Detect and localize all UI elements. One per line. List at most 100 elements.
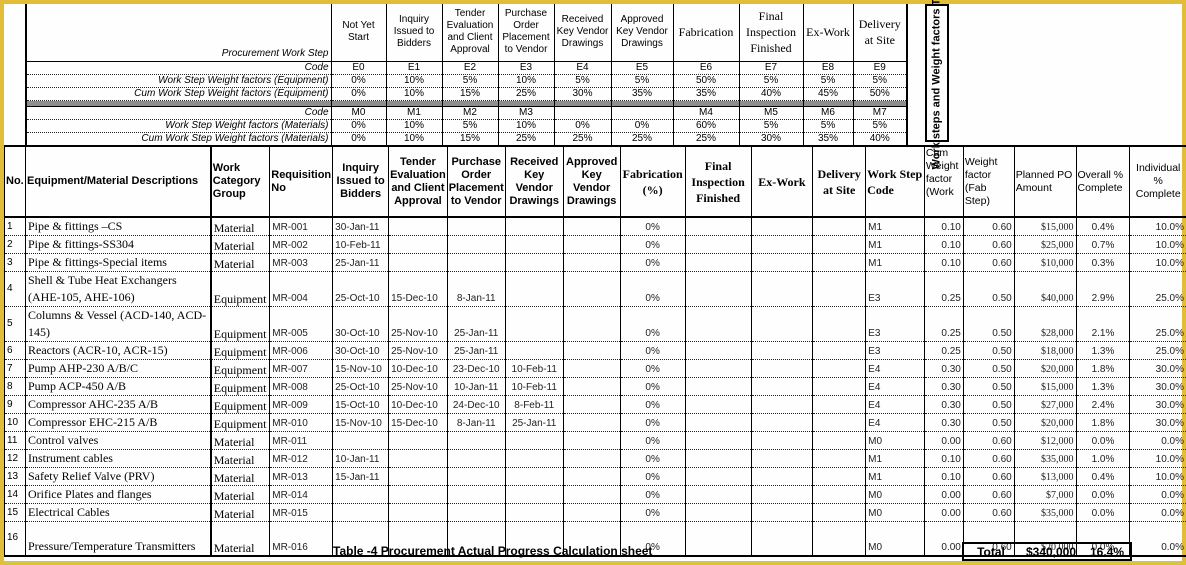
weight-row-weight-m: Work Step Weight factors (Materials) 0% 10… bbox=[25, 119, 908, 133]
cell-cum-weight: 0.30 bbox=[923, 413, 964, 432]
cell-requisition: MR-010 bbox=[269, 413, 333, 432]
cell-planned-po: $7,000 bbox=[1013, 485, 1077, 504]
cell-ex-work bbox=[750, 431, 813, 450]
table-row: 6 Reactors (ACR-10, ACR-15) Equipment MR-00… bbox=[4, 341, 1186, 360]
cell-po-date: 24-Dec-10 bbox=[446, 395, 506, 414]
step-name: Received Key Vendor Drawings bbox=[553, 4, 611, 62]
cell-inquiry-date: 15-Nov-10 bbox=[332, 413, 389, 432]
cell-received-date: 10-Feb-11 bbox=[504, 359, 564, 378]
cell-description: Shell & Tube Heat Exchangers (AHE-105, A… bbox=[24, 271, 211, 307]
step-value: M4 bbox=[672, 106, 739, 120]
cell-po-date: 8-Jan-11 bbox=[446, 271, 506, 307]
cell-no: 5 bbox=[4, 306, 26, 342]
header-row: No. Equipment/Material Descriptions Work… bbox=[4, 145, 1186, 218]
cell-category: Material bbox=[209, 521, 270, 557]
step-value: 10% bbox=[385, 132, 442, 147]
cell-weight-fab: 0.50 bbox=[962, 341, 1015, 360]
step-value bbox=[553, 106, 611, 120]
cell-inquiry-date: 25-Oct-10 bbox=[332, 377, 389, 396]
step-value: 15% bbox=[441, 132, 498, 147]
cell-final-inspection bbox=[684, 253, 752, 272]
col-approved: Approved Key Vendor Drawings bbox=[562, 145, 621, 218]
cell-individual-complete: 30.0% bbox=[1129, 377, 1186, 396]
cell-fabrication: 0% bbox=[619, 449, 686, 468]
step-value: 10% bbox=[385, 119, 442, 133]
cell-approved-date bbox=[562, 503, 621, 522]
cell-inquiry-date: 25-Oct-10 bbox=[332, 271, 389, 307]
cell-weight-fab: 0.60 bbox=[962, 485, 1015, 504]
cell-individual-complete: 30.0% bbox=[1129, 359, 1186, 378]
cell-no: 14 bbox=[4, 485, 26, 504]
total-amount: $340,000 bbox=[1025, 544, 1077, 559]
cell-final-inspection bbox=[684, 467, 752, 486]
cell-step-code: E4 bbox=[865, 377, 925, 396]
cell-delivery bbox=[812, 306, 866, 342]
table-row: 9 Compressor AHC-235 A/B Equipment MR-009 15… bbox=[4, 395, 1186, 414]
cell-no: 13 bbox=[4, 467, 26, 486]
step-value: 15% bbox=[441, 87, 498, 101]
cell-overall-complete: 0.0% bbox=[1075, 431, 1130, 450]
cell-ex-work bbox=[750, 341, 813, 360]
cell-final-inspection bbox=[684, 377, 752, 396]
cell-tender-date bbox=[388, 503, 448, 522]
weight-factors-table: Procurement Work Step Not Yet Start Inquir… bbox=[25, 4, 908, 147]
weight-row-cum-m: Cum Work Step Weight factors (Materials)… bbox=[25, 132, 908, 147]
cell-category: Material bbox=[209, 217, 270, 236]
col-po: Purchase Order Placement to Vendor bbox=[446, 145, 506, 218]
cell-cum-weight: 0.00 bbox=[923, 503, 964, 522]
step-value: E0 bbox=[330, 61, 386, 75]
table-row: 7 Pump AHP-230 A/B/C Equipment MR-007 15-Nov… bbox=[4, 359, 1186, 378]
step-value: 0% bbox=[330, 119, 386, 133]
cell-step-code: M1 bbox=[865, 467, 925, 486]
cell-tender-date: 25-Nov-10 bbox=[388, 341, 448, 360]
cell-requisition: MR-007 bbox=[269, 359, 333, 378]
cell-planned-po: $20,000 bbox=[1013, 359, 1077, 378]
cell-step-code: M0 bbox=[865, 521, 925, 557]
cell-received-date bbox=[504, 467, 564, 486]
cell-tender-date bbox=[388, 253, 448, 272]
cell-final-inspection bbox=[684, 235, 752, 254]
cell-received-date bbox=[504, 271, 564, 307]
step-value: 25% bbox=[497, 87, 554, 101]
cell-received-date: 10-Feb-11 bbox=[504, 377, 564, 396]
cell-category: Equipment bbox=[209, 377, 270, 396]
cell-planned-po: $35,000 bbox=[1013, 449, 1077, 468]
cell-planned-po: $15,000 bbox=[1013, 377, 1077, 396]
cell-description: Safety Relief Valve (PRV) bbox=[24, 467, 211, 486]
col-received: Received Key Vendor Drawings bbox=[504, 145, 564, 218]
cell-category: Equipment bbox=[209, 359, 270, 378]
cell-category: Material bbox=[209, 467, 270, 486]
cell-delivery bbox=[812, 449, 866, 468]
step-value: 10% bbox=[385, 74, 442, 88]
col-step-code: Work Step Code bbox=[865, 145, 925, 218]
step-value: 40% bbox=[738, 87, 803, 101]
table-row: 11 Control valves Material MR-011 0% M0 0.00 0.… bbox=[4, 431, 1186, 450]
cell-individual-complete: 25.0% bbox=[1129, 341, 1186, 360]
cell-weight-fab: 0.50 bbox=[962, 377, 1015, 396]
step-value: M7 bbox=[852, 106, 908, 120]
cell-tender-date bbox=[388, 217, 448, 236]
step-value: 25% bbox=[672, 132, 739, 147]
cell-final-inspection bbox=[684, 271, 752, 307]
step-value: M1 bbox=[385, 106, 442, 120]
cell-weight-fab: 0.60 bbox=[962, 467, 1015, 486]
col-no: No. bbox=[4, 145, 26, 218]
table-row: 8 Pump ACP-450 A/B Equipment MR-008 25-Oct-1… bbox=[4, 377, 1186, 396]
step-value: 40% bbox=[852, 132, 908, 147]
cell-overall-complete: 2.4% bbox=[1075, 395, 1130, 414]
cell-fabrication: 0% bbox=[619, 341, 686, 360]
cell-cum-weight: 0.00 bbox=[923, 485, 964, 504]
cell-inquiry-date bbox=[332, 503, 389, 522]
col-ex-work: Ex-Work bbox=[750, 145, 813, 218]
cell-tender-date: 10-Dec-10 bbox=[388, 359, 448, 378]
row-label: Cum Work Step Weight factors (Equipment) bbox=[25, 87, 331, 101]
cell-step-code: E3 bbox=[865, 306, 925, 342]
cell-planned-po: $18,000 bbox=[1013, 341, 1077, 360]
step-name: Purchase Order Placement to Vendor bbox=[497, 4, 554, 62]
cell-cum-weight: 0.10 bbox=[923, 253, 964, 272]
cell-individual-complete: 25.0% bbox=[1129, 306, 1186, 342]
cell-approved-date bbox=[562, 395, 621, 414]
cell-received-date bbox=[504, 431, 564, 450]
cell-weight-fab: 0.50 bbox=[962, 359, 1015, 378]
cell-delivery bbox=[812, 485, 866, 504]
